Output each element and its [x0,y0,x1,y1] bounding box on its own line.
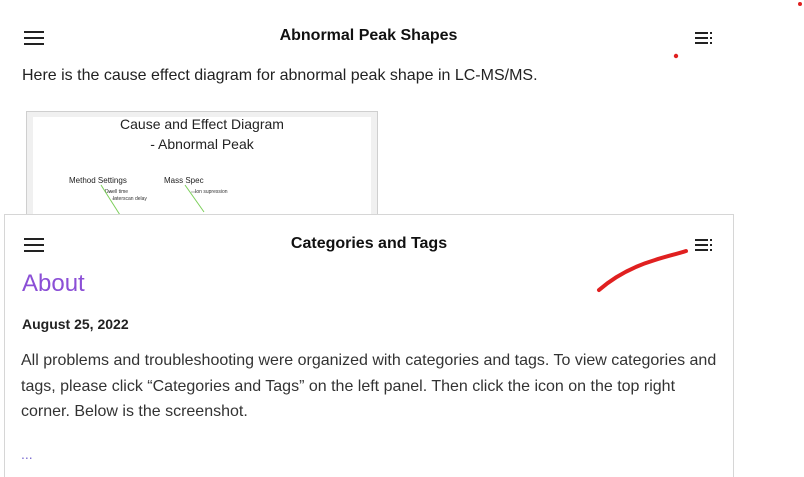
toc-icon[interactable] [695,239,713,251]
diagram-lines [100,184,205,216]
annotation-dot [798,2,802,6]
intro-text: Here is the cause effect diagram for abn… [22,67,538,84]
cause-effect-diagram-image[interactable]: Cause and Effect Diagram - Abnormal Peak… [26,111,378,223]
toc-icon[interactable] [695,32,713,44]
read-more-link[interactable]: ... [21,446,33,462]
about-heading[interactable]: About [22,270,85,298]
post-date: August 25, 2022 [22,316,129,332]
page-title: Abnormal Peak Shapes [279,27,458,44]
annotation-dot [673,53,679,59]
card-title: Categories and Tags [290,235,448,252]
categories-tags-card: Categories and Tags About August 25, 202… [4,214,734,477]
post-body: All problems and troubleshooting were or… [21,352,717,420]
